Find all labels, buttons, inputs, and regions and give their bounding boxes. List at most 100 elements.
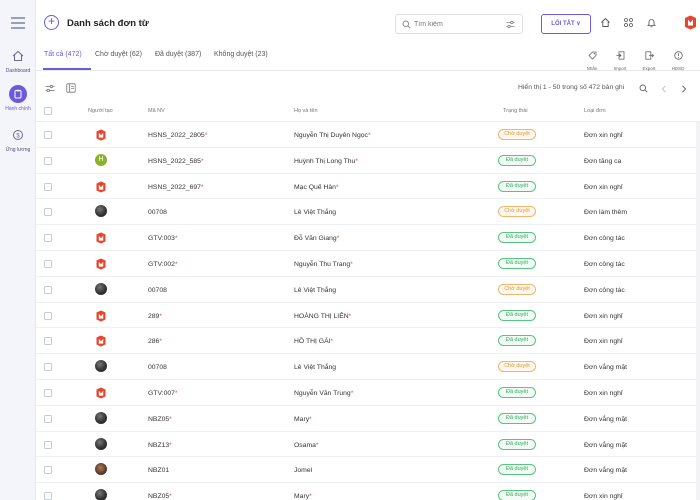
chevron-down-icon[interactable]: ▽ — [140, 19, 145, 27]
export-icon — [644, 51, 654, 60]
request-type-cell: Đơn vắng mặt — [584, 441, 627, 449]
bell-icon[interactable] — [646, 17, 657, 28]
full-name-cell[interactable]: Lê Việt Thắng — [294, 287, 336, 294]
table-row[interactable]: NBZ01 Jomel Đã duyệt Đơn vắng mặt — [36, 457, 700, 484]
full-name-cell[interactable]: HOÀNG THỊ LIÊN* — [294, 313, 351, 320]
table-row[interactable]: HSNS_2022_2805* Nguyễn Thị Duyên Ngọc* C… — [36, 122, 700, 148]
full-name-cell[interactable]: Osama* — [294, 442, 319, 449]
row-checkbox[interactable] — [44, 156, 52, 165]
column-header-employee-code[interactable]: Mã NV — [148, 108, 165, 114]
row-checkbox[interactable] — [44, 182, 52, 191]
rail-item-label: Hành chính — [5, 106, 31, 112]
svg-text:$: $ — [16, 133, 20, 139]
search-input[interactable] — [414, 18, 494, 31]
previous-page-icon[interactable] — [661, 85, 667, 93]
table-row[interactable]: GTV:003* Đỗ Văn Giang* Đã duyệt Đơn công… — [36, 225, 700, 251]
full-name-cell[interactable]: Lê Việt Thắng — [294, 209, 336, 216]
paging-summary: Hiển thị 1 - 50 trong số 472 bản ghi — [518, 84, 625, 91]
search-box[interactable] — [395, 14, 523, 34]
shortcut-button[interactable]: LỐI TẮT ∨ — [541, 14, 591, 34]
table-row[interactable]: GTV:002* Nguyễn Thu Trang* Đã duyệt Đơn … — [36, 251, 700, 277]
active-tab-indicator — [43, 68, 91, 70]
full-name-cell[interactable]: Mary* — [294, 493, 312, 500]
help-button[interactable]: HDSD — [665, 47, 691, 71]
table-row[interactable]: H HSNS_2022_585* Huỳnh Thị Long Thu* Đã … — [36, 148, 700, 174]
table-row[interactable]: 00708 Lê Việt Thắng Chờ duyệt Đơn công t… — [36, 277, 700, 303]
table-row[interactable]: NBZ05* Mary* Đã duyệt Đơn xin nghỉ — [36, 483, 700, 500]
column-header-status[interactable]: Trạng thái — [503, 108, 528, 114]
row-checkbox[interactable] — [44, 388, 52, 397]
row-checkbox[interactable] — [44, 311, 52, 320]
home-icon[interactable] — [600, 17, 611, 28]
column-header-full-name[interactable]: Họ và tên — [294, 108, 318, 114]
rail-item-label: Dashboard — [5, 68, 31, 74]
vertical-scrollbar[interactable] — [696, 122, 700, 500]
table-row[interactable]: NBZ05* Mary* Đã duyệt Đơn vắng mặt — [36, 406, 700, 432]
employee-code-cell: HSNS_2022_585* — [148, 157, 204, 165]
request-type-cell: Đơn công tác — [584, 235, 625, 243]
next-page-icon[interactable] — [681, 85, 687, 93]
full-name-cell[interactable]: Nguyễn Thị Duyên Ngọc* — [294, 132, 371, 139]
table-row[interactable]: 00708 Lê Việt Thắng Chờ duyệt Đơn làm th… — [36, 199, 700, 226]
tab-all[interactable]: Tất cả (472) — [44, 51, 82, 58]
row-checkbox[interactable] — [44, 208, 52, 217]
full-name-cell[interactable]: Nguyễn Thu Trang* — [294, 261, 353, 268]
full-name-cell[interactable]: HỒ THỊ GÁI* — [294, 338, 333, 345]
row-checkbox[interactable] — [44, 492, 52, 500]
column-settings-icon[interactable] — [45, 84, 55, 93]
table-row[interactable]: 286* HỒ THỊ GÁI* Đã duyệt Đơn xin nghỉ — [36, 328, 700, 355]
status-badge: Đã duyệt — [498, 309, 536, 321]
row-checkbox[interactable] — [44, 337, 52, 346]
status-badge: Đã duyệt — [498, 335, 536, 347]
hamburger-menu-icon[interactable] — [11, 17, 25, 29]
full-name-cell[interactable]: Nguyễn Văn Trung* — [294, 390, 353, 397]
tab-pending[interactable]: Chờ duyệt (62) — [95, 51, 142, 58]
apps-grid-icon[interactable] — [623, 17, 634, 28]
tag-button[interactable]: Nhãn — [579, 47, 605, 71]
filter-icon[interactable] — [506, 20, 515, 29]
view-layout-icon[interactable] — [66, 83, 76, 93]
creator-avatar — [95, 411, 107, 424]
brand-logo-icon[interactable] — [684, 15, 697, 30]
status-badge: Đã duyệt — [498, 386, 536, 398]
full-name-cell[interactable]: Mary* — [294, 416, 312, 423]
column-header-request-type[interactable]: Loại đơn — [584, 108, 606, 114]
rail-item-dashboard[interactable]: Dashboard — [0, 47, 36, 74]
column-header-creator[interactable]: Người tạo — [88, 108, 113, 114]
full-name-cell[interactable]: Mạc Quế Hân* — [294, 184, 339, 191]
full-name-cell[interactable]: Huỳnh Thị Long Thu* — [294, 158, 358, 165]
row-checkbox[interactable] — [44, 414, 52, 423]
row-checkbox[interactable] — [44, 363, 52, 372]
row-checkbox[interactable] — [44, 131, 52, 139]
search-icon[interactable] — [639, 84, 648, 93]
table-row[interactable]: NBZ13* Osama* Đã duyệt Đơn vắng mặt — [36, 432, 700, 458]
table-row[interactable]: 00708 Lê Việt Thắng Chờ duyệt Đơn vắng m… — [36, 354, 700, 380]
status-badge: Chờ duyệt — [498, 283, 536, 295]
rail-item-administration[interactable]: Hành chính — [0, 85, 36, 112]
employee-code-cell: 00708 — [148, 209, 167, 217]
tab-rejected[interactable]: Không duyệt (23) — [214, 51, 268, 58]
row-checkbox[interactable] — [44, 259, 52, 268]
employee-code-cell: NBZ05* — [148, 493, 172, 500]
home-icon — [12, 50, 24, 62]
tab-approved[interactable]: Đã duyệt (387) — [155, 51, 201, 58]
export-button[interactable]: Export — [636, 47, 662, 71]
full-name-cell[interactable]: Đỗ Văn Giang* — [294, 235, 339, 242]
full-name-cell[interactable]: Jomel — [294, 467, 312, 474]
row-checkbox[interactable] — [44, 466, 52, 475]
row-checkbox[interactable] — [44, 234, 52, 243]
select-all-checkbox[interactable] — [44, 107, 52, 115]
creator-avatar-logo-icon — [95, 128, 107, 141]
row-checkbox[interactable] — [44, 440, 52, 449]
table-row[interactable]: 289* HOÀNG THỊ LIÊN* Đã duyệt Đơn xin ng… — [36, 303, 700, 329]
add-button[interactable]: + — [44, 15, 59, 30]
table-row[interactable]: GTV:007* Nguyễn Văn Trung* Đã duyệt Đơn … — [36, 380, 700, 406]
import-button[interactable]: Import — [607, 47, 633, 71]
employee-code-cell: NBZ01 — [148, 467, 170, 475]
rail-item-salary-advance[interactable]: $ Ứng lương — [0, 126, 36, 153]
full-name-cell[interactable]: Lê Việt Thắng — [294, 364, 336, 371]
status-badge: Đã duyệt — [498, 438, 536, 450]
row-checkbox[interactable] — [44, 285, 52, 294]
table-row[interactable]: HSNS_2022_697* Mạc Quế Hân* Đã duyệt Đơn… — [36, 174, 700, 200]
header: + Danh sách đơn từ ▽ LỐI TẮT ∨ — [36, 0, 700, 46]
